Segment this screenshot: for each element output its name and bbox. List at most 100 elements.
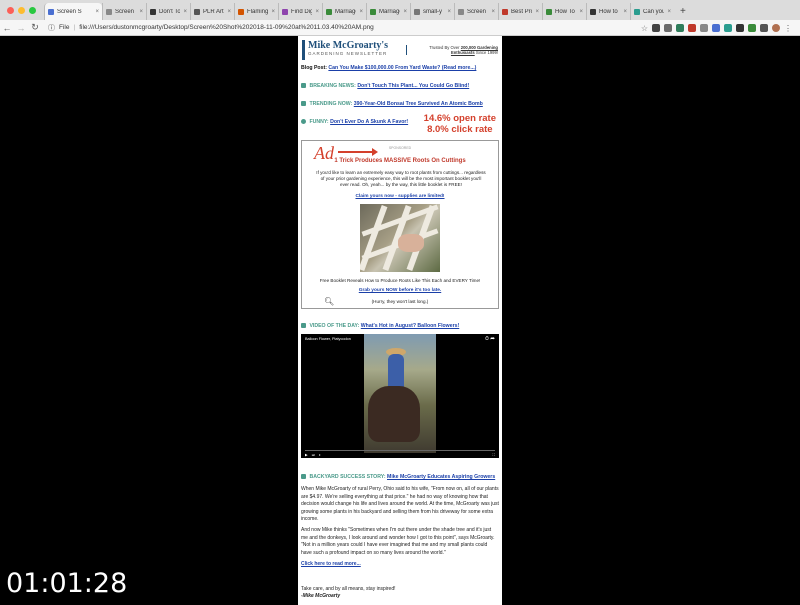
tab-favicon-icon (326, 8, 332, 15)
click-rate: 8.0% click rate (427, 124, 493, 135)
blog-post-line: Blog Post: Can You Make $100,000.00 From… (301, 65, 476, 71)
read-more-link[interactable]: Click here to read more... (301, 561, 361, 567)
tab-close-icon[interactable]: × (95, 9, 99, 15)
funny-link[interactable]: Don't Ever Do A Skunk A Favor! (330, 119, 408, 125)
address-bar[interactable]: ⓘ File | file:///Users/dustonmcgroarty/D… (48, 23, 641, 33)
reload-icon[interactable]: ↻ (28, 22, 42, 33)
avatar[interactable] (772, 23, 780, 32)
video-link[interactable]: What's Hot in August? Balloon Flowers! (361, 323, 459, 329)
close-window-button[interactable] (7, 7, 14, 14)
breaking-news-line: BREAKING NEWS: Don't Touch This Plant...… (301, 83, 469, 89)
extension-icon[interactable] (748, 23, 756, 32)
tab-favicon-icon (414, 8, 420, 15)
tab-close-icon[interactable]: × (491, 9, 495, 15)
tab-close-icon[interactable]: × (623, 9, 627, 15)
extension-icon[interactable] (688, 23, 696, 32)
tab-7[interactable]: Marriage × (366, 3, 410, 20)
tab-4[interactable]: Flaming × (234, 3, 278, 20)
trending-icon (301, 101, 306, 107)
volume-icon[interactable]: 🔈︎ (319, 453, 321, 457)
open-rate: 14.6% open rate (423, 113, 496, 124)
trending-label: TRENDING NOW: (309, 101, 353, 107)
blog-link[interactable]: Can You Make $100,000.00 From Yard Waste… (328, 65, 476, 71)
ad-photo[interactable] (360, 204, 440, 272)
back-arrow-icon[interactable]: ← (0, 23, 14, 33)
url-text: file:///Users/dustonmcgroarty/Desktop/Sc… (79, 24, 374, 31)
info-icon[interactable]: ⓘ (48, 23, 55, 33)
tab-8[interactable]: small-y × (410, 3, 454, 20)
tab-12[interactable]: How to × (586, 3, 630, 20)
tab-close-icon[interactable]: × (139, 9, 143, 15)
tab-close-icon[interactable]: × (271, 9, 275, 15)
tab-label: small-y (423, 8, 442, 15)
tab-label: Screen S (115, 8, 136, 15)
extension-icon[interactable] (676, 23, 684, 32)
logo-title: Mike McGroarty's (308, 40, 389, 51)
extension-icon[interactable] (712, 23, 720, 32)
grab-link[interactable]: Grab yours NOW before it's too late. (302, 288, 498, 293)
tab-close-icon[interactable]: × (183, 9, 187, 15)
tab-1[interactable]: Screen S× (102, 3, 146, 20)
star-icon[interactable]: ☆ (641, 24, 648, 33)
hand-icon (398, 234, 424, 252)
tab-5[interactable]: Find Dig × (278, 3, 322, 20)
story-paragraph: And now Mike thinks "Sometimes when I'm … (301, 527, 495, 556)
tab-favicon-icon (194, 8, 200, 15)
tab-close-icon[interactable]: × (403, 9, 407, 15)
tab-label: Find Dig (291, 8, 313, 15)
tab-close-icon[interactable]: × (359, 9, 363, 15)
tab-2[interactable]: Don't To × (146, 3, 190, 20)
logo-subtitle: GARDENING NEWSLETTER (308, 51, 388, 56)
signoff-signature: -Mike McGroarty (301, 593, 341, 599)
maximize-window-button[interactable] (29, 7, 36, 14)
signoff-line: Take care, and by all means, stay inspir… (301, 586, 396, 592)
tab-close-icon[interactable]: × (535, 9, 539, 15)
tab-label: Can you (643, 8, 665, 15)
next-icon[interactable]: ⏭ (312, 453, 315, 457)
tab-close-icon[interactable]: × (227, 9, 231, 15)
tab-close-icon[interactable]: × (447, 9, 451, 15)
tab-3[interactable]: PLR Arti × (190, 3, 234, 20)
tab-label: PLR Arti (203, 8, 225, 15)
extension-icon[interactable] (736, 23, 744, 32)
tab-favicon-icon (502, 8, 508, 15)
play-icon[interactable]: ▶ (305, 453, 308, 457)
tab-11[interactable]: How To × (542, 3, 586, 20)
tab-label: Screen S (467, 8, 488, 15)
extension-icon[interactable] (700, 23, 708, 32)
tab-label: Don't To (159, 8, 181, 15)
tab-9[interactable]: Screen S× (454, 3, 498, 20)
ad-headline[interactable]: 1 Trick Produces MASSIVE Roots On Cuttin… (302, 158, 498, 164)
breaking-link[interactable]: Don't Touch This Plant... You Could Go B… (357, 83, 469, 89)
news-icon (301, 83, 306, 89)
video-label: VIDEO OF THE DAY: (309, 323, 360, 329)
menu-icon[interactable]: ⋮ (784, 24, 792, 33)
extension-icon[interactable] (652, 23, 660, 32)
forward-arrow-icon[interactable]: → (14, 23, 28, 33)
tab-10[interactable]: Best Pro × (498, 3, 542, 20)
extension-icon[interactable] (724, 23, 732, 32)
minimize-window-button[interactable] (18, 7, 25, 14)
claim-link[interactable]: Claim yours now - supplies are limited! (302, 194, 498, 199)
tab-close-icon[interactable]: × (579, 9, 583, 15)
browser-toolbar: ← → ↻ ⓘ File | file:///Users/dustonmcgro… (0, 20, 800, 36)
url-separator: | (73, 24, 76, 31)
video-player[interactable]: Balloon Flower, Platycodon ⏱ ➦ ▶ ⏭ 🔈︎ ⛶ (301, 334, 499, 458)
tab-0[interactable]: Screen S × (44, 3, 102, 20)
url-scheme-label: File (59, 24, 70, 31)
success-link[interactable]: Mike McGroarty Educates Aspiring Growers (387, 474, 495, 480)
newsletter-header: Mike McGroarty's GARDENING NEWSLETTER Tr… (298, 38, 502, 62)
tab-close-icon[interactable]: × (315, 9, 319, 15)
extension-icon[interactable] (760, 23, 768, 32)
share-icon[interactable]: ⏱ ➦ (485, 336, 495, 342)
trending-link[interactable]: 390-Year-Old Bonsai Tree Survived An Ato… (354, 101, 483, 107)
fullscreen-icon[interactable]: ⛶ (492, 453, 495, 457)
tab-13[interactable]: Can you × (630, 3, 674, 20)
extension-icon[interactable] (664, 23, 672, 32)
new-tab-button[interactable]: + (674, 6, 692, 20)
tab-6[interactable]: Marriage × (322, 3, 366, 20)
video-controls: ▶ ⏭ 🔈︎ ⛶ (301, 451, 499, 458)
tab-label: How to (599, 8, 618, 15)
arrow-icon (338, 151, 374, 153)
tab-close-icon[interactable]: × (667, 9, 671, 15)
